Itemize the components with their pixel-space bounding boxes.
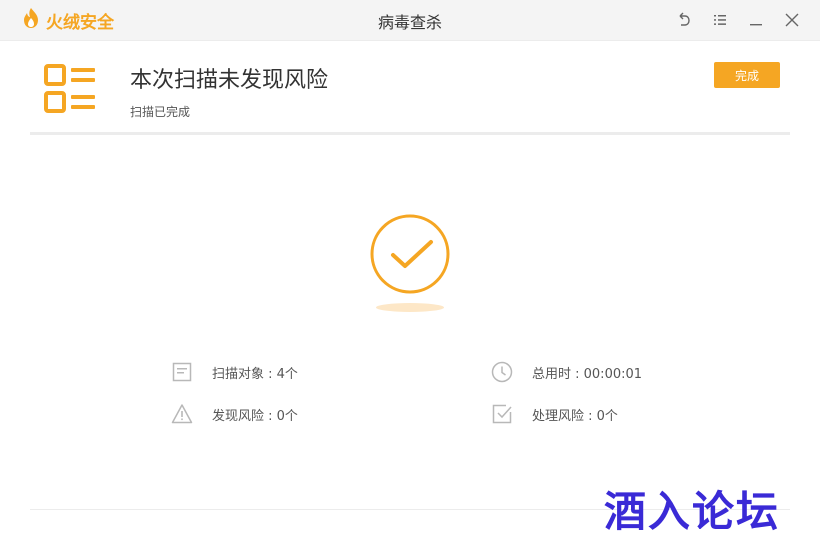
stat-scan-objects: 扫描对象 : 4个	[170, 360, 298, 384]
warning-icon	[170, 402, 194, 426]
clock-icon	[490, 360, 514, 384]
document-icon	[170, 360, 194, 384]
result-title: 本次扫描未发现风险	[130, 68, 329, 93]
stat-total-time: 总用时 : 00:00:01	[490, 360, 642, 384]
success-check-icon	[368, 212, 452, 300]
minimize-icon[interactable]	[746, 10, 766, 30]
stat-risks-found: 发现风险 : 0个	[170, 402, 298, 426]
done-button[interactable]: 完成	[714, 62, 780, 88]
check-shadow	[376, 303, 444, 312]
risks-found-text: 发现风险 : 0个	[212, 408, 298, 424]
risks-handled-text: 处理风险 : 0个	[532, 408, 618, 424]
close-icon[interactable]	[782, 10, 802, 30]
scan-result-header: 本次扫描未发现风险 扫描已完成 完成	[30, 40, 790, 135]
scan-objects-text: 扫描对象 : 4个	[212, 366, 298, 382]
title-bar: 火绒安全 病毒查杀	[0, 0, 820, 41]
stat-risks-handled: 处理风险 : 0个	[490, 402, 618, 426]
total-time-text: 总用时 : 00:00:01	[532, 366, 643, 382]
window-title: 病毒查杀	[377, 13, 442, 32]
checkbox-icon	[490, 402, 514, 426]
result-subtitle: 扫描已完成	[130, 105, 191, 119]
scan-list-icon	[44, 64, 98, 118]
back-icon[interactable]	[674, 10, 694, 30]
watermark-text: 酒入论坛	[604, 487, 781, 536]
menu-icon[interactable]	[710, 10, 730, 30]
